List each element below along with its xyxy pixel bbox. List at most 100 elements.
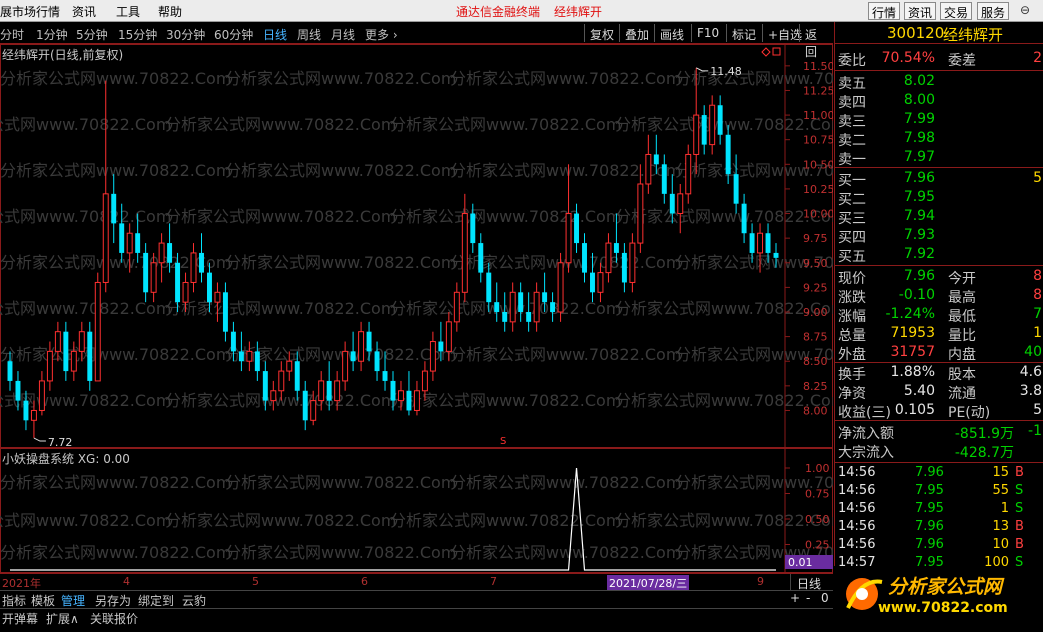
stat-label: 内盘 bbox=[948, 347, 976, 363]
related-quotes-button[interactable]: 关联报价 bbox=[90, 610, 138, 627]
stat-value: -0.10 bbox=[898, 287, 935, 303]
tab-cloud[interactable]: 云豹 bbox=[182, 592, 206, 609]
info-button[interactable]: 资讯 bbox=[904, 2, 937, 20]
period-60min[interactable]: 60分钟 bbox=[214, 26, 253, 43]
overlay-button[interactable]: 叠加 bbox=[619, 24, 654, 42]
candle-body bbox=[63, 331, 69, 372]
bid-row: 买二 7.95 bbox=[835, 189, 1043, 208]
watermark-text: 分析家公式网www.70822.Com bbox=[225, 161, 456, 180]
menu-help[interactable]: 帮助 bbox=[158, 3, 182, 20]
expand-button[interactable]: 扩展∧ bbox=[46, 610, 79, 627]
period-more[interactable]: 更多 › bbox=[365, 26, 398, 43]
fund-label: 换手 bbox=[838, 367, 866, 383]
candle-body bbox=[502, 312, 508, 322]
tab-bind[interactable]: 绑定到 bbox=[138, 592, 174, 609]
candle-body bbox=[637, 183, 644, 244]
zoom-reset-button[interactable]: 0 bbox=[821, 591, 829, 605]
indicator-current-value: 0.01 bbox=[788, 556, 813, 569]
back-button[interactable]: 返回 bbox=[799, 24, 833, 59]
draw-button[interactable]: 画线 bbox=[654, 24, 689, 42]
y-tick-label: 10.50 bbox=[803, 158, 833, 171]
menu-news[interactable]: 资讯 bbox=[72, 3, 96, 20]
zoom-out-button[interactable]: - bbox=[806, 591, 810, 605]
bid-label: 买三 bbox=[838, 211, 866, 227]
fundamental-row: 换手 1.88% 股本 4.6 bbox=[835, 364, 1043, 383]
fund-value: 5 bbox=[1033, 402, 1042, 418]
period-weekly[interactable]: 周线 bbox=[297, 26, 321, 43]
mark-button[interactable]: 标记 bbox=[726, 24, 761, 42]
candle-body bbox=[629, 242, 636, 283]
period-1min[interactable]: 1分钟 bbox=[36, 26, 68, 43]
f10-button[interactable]: F10 bbox=[691, 24, 724, 42]
tick-row: 14:56 7.96 10 B bbox=[835, 537, 1043, 555]
candle-body bbox=[111, 193, 117, 224]
weibi-label: 委比 bbox=[838, 53, 866, 69]
tab-manage[interactable]: 管理 bbox=[61, 592, 85, 609]
ask-label: 卖三 bbox=[838, 114, 866, 130]
stock-title: 经纬辉开 bbox=[554, 5, 603, 19]
candle-body bbox=[478, 243, 484, 273]
candle-body bbox=[23, 400, 29, 421]
tick-time: 14:56 bbox=[838, 519, 876, 534]
candle-body bbox=[30, 409, 37, 421]
period-30min[interactable]: 30分钟 bbox=[166, 26, 205, 43]
period-bar: 分时 1分钟 5分钟 15分钟 30分钟 60分钟 日线 周线 月线 更多 › … bbox=[0, 23, 833, 59]
period-intraday[interactable]: 分时 bbox=[0, 26, 24, 43]
service-button[interactable]: 服务 bbox=[977, 2, 1010, 20]
candle-body bbox=[326, 380, 332, 401]
minimize-icon[interactable]: ⊖ bbox=[1016, 3, 1034, 19]
candle-body bbox=[238, 351, 244, 362]
menu-market[interactable]: 展市场行情 bbox=[0, 3, 60, 20]
adjust-button[interactable]: 复权 bbox=[584, 24, 619, 42]
quote-button[interactable]: 行情 bbox=[868, 2, 901, 20]
period-toggle-button[interactable]: 日线 bbox=[790, 574, 833, 591]
stat-label: 最高 bbox=[948, 290, 976, 306]
quote-panel: 300120 经纬辉开 委比 70.54% 委差 2 14:56 7.96 15 B 1… bbox=[834, 22, 1043, 632]
stock-code: 300120 bbox=[887, 24, 945, 42]
candle-body bbox=[366, 331, 372, 352]
candle-body bbox=[254, 351, 260, 372]
candle-body bbox=[605, 242, 612, 274]
candle-body bbox=[685, 153, 692, 195]
weicha-value: 2 bbox=[1033, 50, 1042, 66]
candle-body bbox=[190, 252, 197, 283]
menu-tools[interactable]: 工具 bbox=[116, 3, 140, 20]
candle-body bbox=[590, 272, 595, 293]
ask-row: 卖四 8.00 bbox=[835, 92, 1043, 111]
stat-row: 外盘 31757 内盘 40 bbox=[835, 344, 1043, 363]
watermark-text: 分析家公式网www.70822.Com bbox=[165, 391, 396, 410]
bid-row: 买五 7.92 bbox=[835, 246, 1043, 265]
ask-label: 卖二 bbox=[838, 133, 866, 149]
watermark-text: 分析家公式网www.70822.Com bbox=[0, 115, 171, 134]
tab-template[interactable]: 模板 bbox=[31, 592, 55, 609]
period-daily[interactable]: 日线 bbox=[263, 26, 287, 43]
bid-row: 买四 7.93 bbox=[835, 227, 1043, 246]
ask-row: 卖一 7.97 bbox=[835, 149, 1043, 168]
flow-value: -851.9万 bbox=[954, 426, 1014, 442]
ask-price: 7.99 bbox=[903, 111, 935, 127]
tab-indicator[interactable]: 指标 bbox=[2, 592, 26, 609]
zoom-controls: + - 0 bbox=[786, 590, 833, 608]
watermark-text: 分析家公式网www.70822.Com bbox=[0, 543, 231, 562]
tick-row: 14:56 7.95 1 S bbox=[835, 501, 1043, 519]
period-15min[interactable]: 15分钟 bbox=[118, 26, 157, 43]
stat-row: 总量 71953 量比 1 bbox=[835, 325, 1043, 344]
ask-price: 7.98 bbox=[903, 130, 935, 146]
square-icon bbox=[772, 47, 781, 56]
danmaku-button[interactable]: 开弹幕 bbox=[2, 610, 38, 627]
watermark-text: 分析家公式网www.70822.Com bbox=[165, 511, 396, 530]
zoom-in-button[interactable]: + bbox=[790, 591, 800, 605]
tab-save-as[interactable]: 另存为 bbox=[95, 592, 131, 609]
stat-value: 7.96 bbox=[903, 268, 935, 284]
bid-row: 买一 7.96 5 bbox=[835, 170, 1043, 189]
candle-body bbox=[54, 331, 61, 352]
candle-body bbox=[542, 292, 548, 303]
trade-button[interactable]: 交易 bbox=[940, 2, 973, 20]
period-5min[interactable]: 5分钟 bbox=[76, 26, 108, 43]
tick-volume: 1 bbox=[1000, 501, 1009, 516]
period-monthly[interactable]: 月线 bbox=[331, 26, 355, 43]
tick-time: 14:56 bbox=[838, 465, 876, 480]
candle-body bbox=[278, 370, 285, 392]
bid-volume: 5 bbox=[1033, 170, 1042, 186]
candlestick-chart[interactable]: 分析家公式网www.70822.Com 分析家公式网www.70822.Com 分析… bbox=[0, 44, 833, 448]
